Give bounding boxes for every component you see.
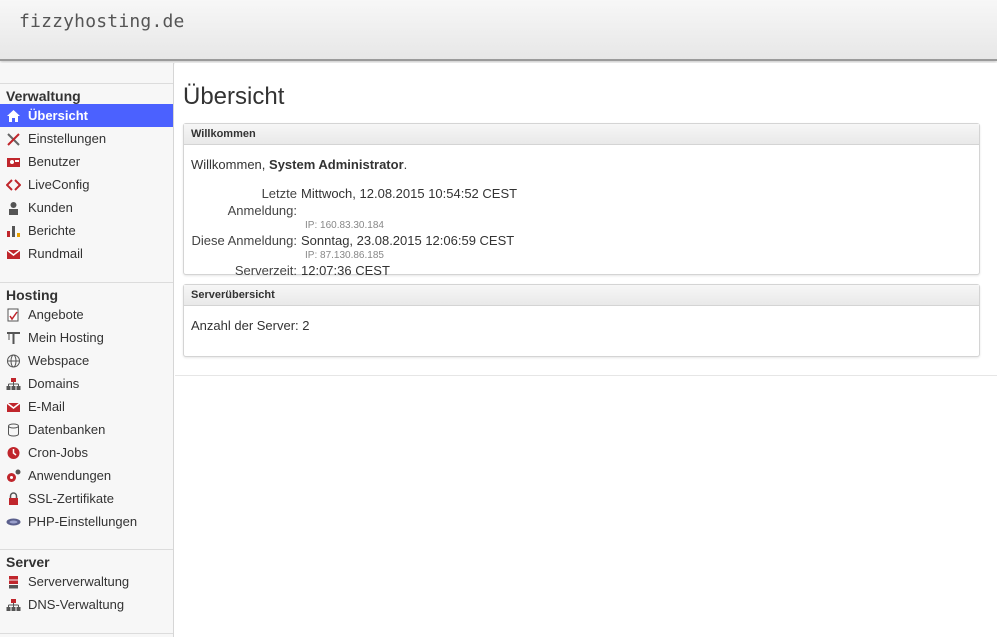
sidebar-section-title: Hosting: [6, 287, 59, 303]
sidebar-section-verwaltung: Verwaltung Übersicht Einstellungen Benut…: [0, 83, 173, 265]
sidebar-item-uebersicht[interactable]: Übersicht: [0, 104, 173, 127]
brand-logo[interactable]: fizzyhosting.de: [19, 11, 185, 32]
sidebar: Verwaltung Übersicht Einstellungen Benut…: [0, 63, 174, 637]
globe-icon: [6, 354, 21, 368]
liveconfig-icon: [6, 178, 21, 192]
welcome-message: Willkommen, System Administrator.: [191, 157, 972, 172]
users-icon: [6, 155, 21, 169]
php-icon: [6, 515, 21, 529]
server-time-label: Serverzeit:: [234, 263, 297, 278]
sidebar-item-label: Domains: [28, 376, 80, 391]
server-count-label: Anzahl der Server:: [191, 318, 299, 333]
sidebar-item-e-mail[interactable]: E-Mail: [0, 395, 173, 418]
sidebar-item-cron-jobs[interactable]: Cron-Jobs: [0, 441, 173, 464]
server-count-value: 2: [302, 318, 310, 333]
chart-icon: [6, 224, 21, 238]
content-divider: [175, 375, 997, 376]
sidebar-item-label: Kunden: [28, 200, 73, 215]
welcome-suffix: .: [403, 157, 408, 172]
current-login-value: Sonntag, 23.08.2015 12:06:59 CEST: [301, 233, 515, 248]
welcome-panel-header: Willkommen: [184, 124, 979, 145]
current-login-row: Diese Anmeldung: Sonntag, 23.08.2015 12:…: [191, 232, 972, 249]
last-login-value: Mittwoch, 12.08.2015 10:54:52 CEST: [301, 186, 518, 201]
welcome-prefix: Willkommen,: [191, 157, 266, 172]
sidebar-item-ssl-zertifikate[interactable]: SSL-Zertifikate: [0, 487, 173, 510]
sidebar-item-label: Einstellungen: [28, 131, 107, 146]
sidebar-item-label: DNS-Verwaltung: [28, 597, 125, 612]
server-icon: [6, 575, 21, 589]
sidebar-section-server: Server Serververwaltung DNS-Verwaltung: [0, 549, 173, 616]
server-overview-header: Serverübersicht: [184, 285, 979, 306]
sidebar-item-anwendungen[interactable]: Anwendungen: [0, 464, 173, 487]
sidebar-section-hosting: Hosting Angebote Mein Hosting Webspace D…: [0, 282, 173, 533]
mail-icon: [6, 400, 21, 414]
hosting-icon: [6, 331, 21, 345]
sidebar-section-title: Server: [6, 554, 50, 570]
server-overview-panel: Serverübersicht Anzahl der Server: 2: [183, 284, 980, 357]
last-login-row: Letzte Anmeldung: Mittwoch, 12.08.2015 1…: [191, 185, 972, 219]
sidebar-item-domains[interactable]: Domains: [0, 372, 173, 395]
sidebar-divider: [0, 633, 173, 634]
sidebar-item-label: Übersicht: [28, 108, 88, 123]
sidebar-item-label: Webspace: [28, 353, 90, 368]
main-content: Übersicht Willkommen Willkommen, System …: [175, 63, 997, 637]
network-icon: [6, 377, 21, 391]
page-title: Übersicht: [183, 83, 285, 110]
clock-icon: [6, 446, 21, 460]
current-login-label: Diese Anmeldung:: [191, 233, 297, 248]
user-name: System Administrator: [269, 157, 404, 172]
server-time-value: 12:07:36 CEST: [301, 263, 390, 278]
sidebar-item-benutzer[interactable]: Benutzer: [0, 150, 173, 173]
mail-icon: [6, 247, 21, 261]
sidebar-item-label: LiveConfig: [28, 177, 90, 192]
sidebar-item-berichte[interactable]: Berichte: [0, 219, 173, 242]
sidebar-item-label: PHP-Einstellungen: [28, 514, 138, 529]
server-count: Anzahl der Server: 2: [184, 306, 979, 343]
sidebar-item-serververwaltung[interactable]: Serververwaltung: [0, 570, 173, 593]
sidebar-item-kunden[interactable]: Kunden: [0, 196, 173, 219]
lock-icon: [6, 491, 21, 506]
database-icon: [6, 423, 21, 437]
login-info: Letzte Anmeldung: Mittwoch, 12.08.2015 1…: [191, 185, 972, 279]
sidebar-item-label: E-Mail: [28, 399, 65, 414]
sidebar-item-label: Rundmail: [28, 246, 83, 261]
sidebar-section-title: Verwaltung: [6, 88, 81, 104]
welcome-panel: Willkommen Willkommen, System Administra…: [183, 123, 980, 278]
server-time-row: Serverzeit: 12:07:36 CEST: [191, 262, 972, 279]
sidebar-item-label: Mein Hosting: [28, 330, 104, 345]
sidebar-item-mein-hosting[interactable]: Mein Hosting: [0, 326, 173, 349]
sidebar-item-label: Anwendungen: [28, 468, 112, 483]
last-login-label: Letzte Anmeldung:: [227, 186, 297, 218]
sidebar-item-webspace[interactable]: Webspace: [0, 349, 173, 372]
sidebar-item-label: Cron-Jobs: [28, 445, 88, 460]
sidebar-item-angebote[interactable]: Angebote: [0, 303, 173, 326]
customer-icon: [6, 201, 21, 215]
sidebar-item-liveconfig[interactable]: LiveConfig: [0, 173, 173, 196]
sidebar-item-rundmail[interactable]: Rundmail: [0, 242, 173, 265]
home-icon: [6, 109, 21, 123]
gears-icon: [6, 469, 21, 483]
offer-icon: [6, 308, 21, 322]
sidebar-item-label: Benutzer: [28, 154, 81, 169]
current-login-ip: IP: 87.130.86.185: [305, 250, 384, 261]
sidebar-item-label: SSL-Zertifikate: [28, 491, 114, 506]
last-login-ip: IP: 160.83.30.184: [305, 220, 384, 231]
sidebar-item-dns-verwaltung[interactable]: DNS-Verwaltung: [0, 593, 173, 616]
sidebar-item-label: Berichte: [28, 223, 76, 238]
sidebar-item-php-einstellungen[interactable]: PHP-Einstellungen: [0, 510, 173, 533]
network-icon: [6, 598, 21, 612]
sidebar-item-datenbanken[interactable]: Datenbanken: [0, 418, 173, 441]
sidebar-item-label: Serververwaltung: [28, 574, 130, 589]
sidebar-item-einstellungen[interactable]: Einstellungen: [0, 127, 173, 150]
top-bar: fizzyhosting.de: [0, 0, 997, 61]
sidebar-item-label: Angebote: [28, 307, 84, 322]
sidebar-item-label: Datenbanken: [28, 422, 106, 437]
tools-icon: [6, 132, 21, 146]
